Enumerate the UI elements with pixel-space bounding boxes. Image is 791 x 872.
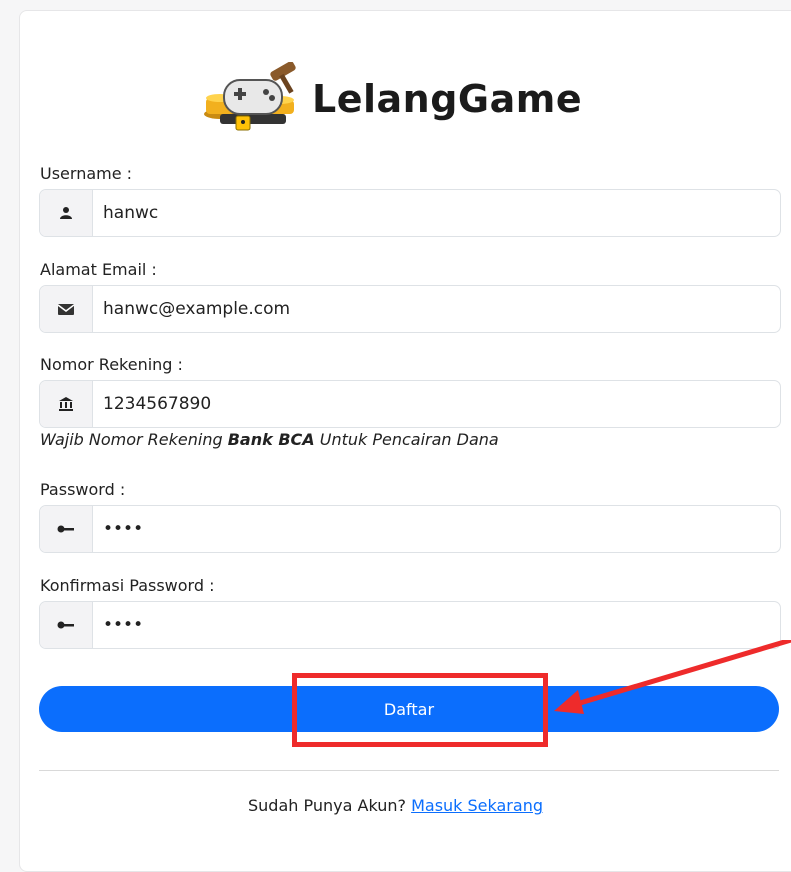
password-group	[39, 505, 781, 553]
email-input[interactable]	[93, 286, 780, 332]
username-input[interactable]	[93, 190, 780, 236]
user-icon	[40, 190, 93, 236]
password-input[interactable]	[93, 506, 780, 552]
brand: LelangGame	[200, 61, 583, 136]
envelope-icon	[40, 286, 93, 332]
username-group	[39, 189, 781, 237]
account-group	[39, 380, 781, 428]
account-label: Nomor Rekening :	[40, 355, 183, 374]
footer-text: Sudah Punya Akun?	[248, 796, 412, 815]
bank-icon	[40, 381, 93, 427]
login-link[interactable]: Masuk Sekarang	[411, 796, 543, 815]
username-label: Username :	[40, 164, 133, 183]
key-icon	[40, 602, 93, 648]
gamepad-auction-icon	[200, 61, 304, 136]
account-input[interactable]	[93, 381, 780, 427]
email-label: Alamat Email :	[40, 260, 157, 279]
highlight-box	[292, 673, 548, 747]
footer: Sudah Punya Akun? Masuk Sekarang	[0, 796, 791, 815]
confirm-password-label: Konfirmasi Password :	[40, 576, 215, 595]
account-note: Wajib Nomor Rekening Bank BCA Untuk Penc…	[40, 430, 499, 449]
divider	[39, 770, 779, 771]
key-icon	[40, 506, 93, 552]
email-group	[39, 285, 781, 333]
brand-title: LelangGame	[312, 77, 583, 121]
password-label: Password :	[40, 480, 126, 499]
pointer-arrow	[554, 640, 791, 714]
